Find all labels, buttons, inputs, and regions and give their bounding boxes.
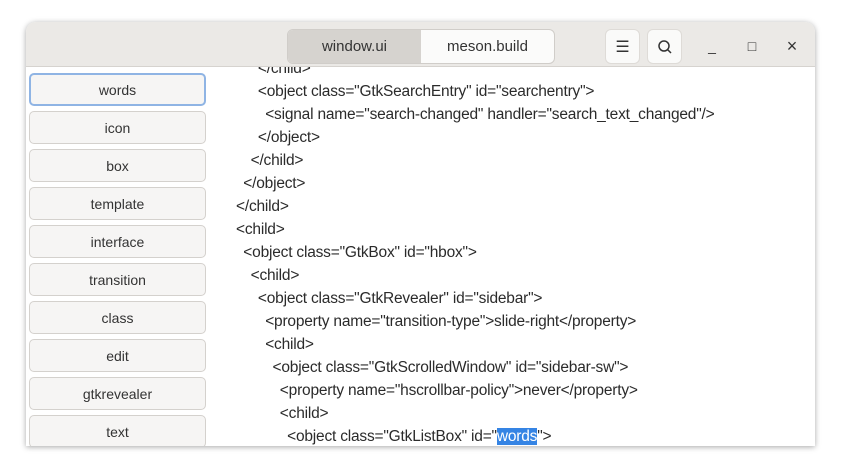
code-line: <child> xyxy=(250,267,300,284)
code-line: <object class="GtkRevealer" id="sidebar"… xyxy=(257,290,543,307)
app-window: window.ui meson.build ☰ _ □ × words icon b… xyxy=(26,22,815,446)
sidebar-item-edit[interactable]: edit xyxy=(29,339,206,372)
code-line: </object> xyxy=(243,175,306,192)
sidebar-item-box[interactable]: box xyxy=(29,149,206,182)
menu-button[interactable]: ☰ xyxy=(605,29,640,64)
sidebar-item-class[interactable]: class xyxy=(29,301,206,334)
code-line: <child> xyxy=(265,336,314,353)
close-button[interactable]: × xyxy=(781,35,803,57)
code-line: <object class="GtkSearchEntry" id="searc… xyxy=(257,83,595,100)
sidebar-item-transition[interactable]: transition xyxy=(29,263,206,296)
code-line: </child> xyxy=(257,67,311,77)
sidebar-item-words[interactable]: words xyxy=(29,73,206,106)
code-view[interactable]: </child> <object class="GtkSearchEntry" i… xyxy=(210,67,815,446)
hamburger-icon: ☰ xyxy=(615,38,630,56)
header-bar: window.ui meson.build ☰ _ □ × xyxy=(26,22,815,67)
tab-meson-build[interactable]: meson.build xyxy=(421,30,554,63)
maximize-button[interactable]: □ xyxy=(741,35,763,57)
code-text: "> xyxy=(537,428,552,445)
sidebar-item-interface[interactable]: interface xyxy=(29,225,206,258)
file-tabs: window.ui meson.build xyxy=(287,29,555,64)
minimize-button[interactable]: _ xyxy=(701,35,723,57)
code-line: <object class="GtkScrolledWindow" id="si… xyxy=(272,359,629,376)
sidebar-item-gtkrevealer[interactable]: gtkrevealer xyxy=(29,377,206,410)
sidebar-item-template[interactable]: template xyxy=(29,187,206,220)
search-button[interactable] xyxy=(647,29,682,64)
code-text: <object class="GtkListBox" id=" xyxy=(287,428,497,445)
code-line: </object> xyxy=(257,129,320,146)
text-selection: words xyxy=(496,428,538,445)
code-line: <object class="GtkBox" id="hbox"> xyxy=(243,244,477,261)
code-line: <signal name="search-changed" handler="s… xyxy=(265,106,715,123)
code-line: <object class="GtkListBox" id="words"> xyxy=(287,425,552,446)
code-line: <child> xyxy=(236,221,285,238)
code-line: </child> xyxy=(250,152,304,169)
code-line: <property name="transition-type">slide-r… xyxy=(265,313,637,330)
code-line: <child> xyxy=(279,405,329,422)
code-line: <property name="hscrollbar-policy">never… xyxy=(279,382,638,399)
sidebar-list: words icon box template interface transition c… xyxy=(26,67,210,446)
code-line: </child> xyxy=(236,198,289,215)
sidebar-item-text[interactable]: text xyxy=(29,415,206,446)
tab-window-ui[interactable]: window.ui xyxy=(288,30,421,63)
sidebar-item-icon[interactable]: icon xyxy=(29,111,206,144)
search-icon xyxy=(657,39,672,54)
